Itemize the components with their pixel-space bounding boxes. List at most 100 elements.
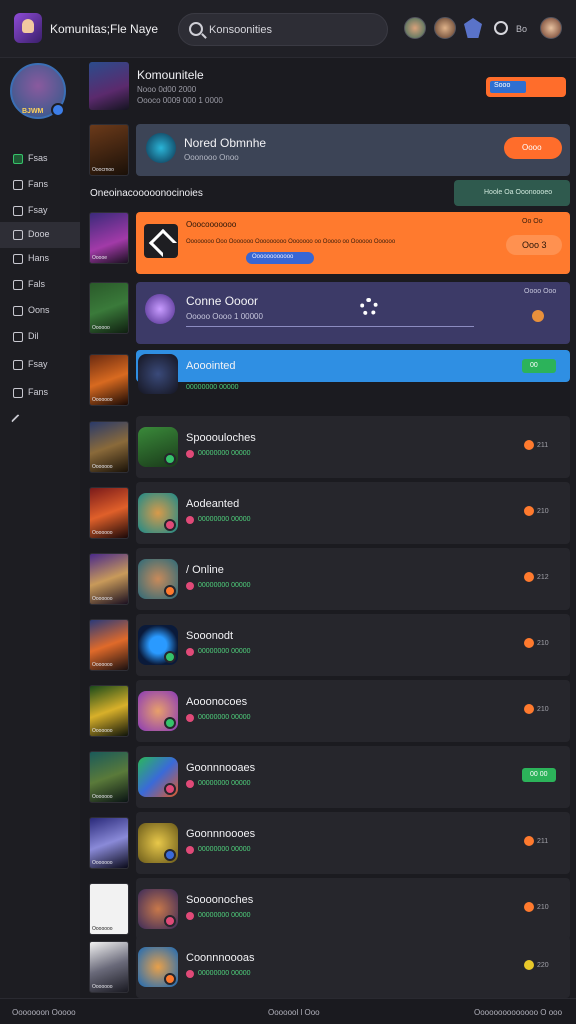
list-item[interactable]: Ooooooo Goonnnoooes 00000000 00000 211 <box>80 812 576 874</box>
row-subtitle: 00000000 00000 <box>198 970 251 977</box>
gear-icon[interactable] <box>360 298 378 316</box>
thumbnail-caption: Ooooooo <box>92 596 113 602</box>
sidebar-item-7[interactable]: Oons <box>0 298 80 324</box>
list-item[interactable]: Ooooooo / Online 00000000 00000 212 <box>80 548 576 610</box>
online-status-icon <box>164 717 176 729</box>
thumbnail-caption: Ooooooo <box>92 397 113 403</box>
sidebar-item-5[interactable]: Hans <box>0 246 80 272</box>
app-logo[interactable] <box>14 13 42 43</box>
list-item[interactable]: Ooooooo Spooouloches 00000000 00000 211 <box>80 416 576 478</box>
featured-thumbnail[interactable]: Ooocrnoo <box>89 124 129 176</box>
sidebar-item-1[interactable]: Fsas <box>0 146 80 172</box>
heart-icon <box>186 714 194 722</box>
friend-avatar-2[interactable] <box>434 17 456 39</box>
row-thumbnail: Ooooooo <box>89 883 129 935</box>
sidebar-item-8[interactable]: Dil <box>0 324 80 350</box>
row-status-pill: 00 00 <box>522 768 556 782</box>
search-bar[interactable]: Konsoonities <box>178 13 388 46</box>
section-tag-label: Hoole Oa Ooonoooeo <box>484 189 553 196</box>
footer-mid-text[interactable]: Ooooool l Ooo <box>268 1008 320 1017</box>
sidebar-item-pin[interactable] <box>0 408 80 434</box>
square-icon <box>13 230 23 240</box>
list-item[interactable]: Ooooooo Aodeanted 00000000 00000 210 <box>80 482 576 544</box>
row-subtitle: 00000000 00000 <box>198 714 251 721</box>
footer-left-text[interactable]: Ooooooon Ooooo <box>12 1008 76 1017</box>
user-avatar[interactable] <box>540 17 562 39</box>
status-ring-icon[interactable] <box>494 21 508 35</box>
announcement-chip[interactable]: Oooooooooooo <box>246 252 314 264</box>
row-thumbnail: Ooooooo <box>89 553 129 605</box>
heart-icon <box>186 780 194 788</box>
sidebar-item-6[interactable]: Fals <box>0 272 80 298</box>
row-subtitle: 00000000 00000 <box>186 384 239 391</box>
community-thumbnail[interactable] <box>89 62 129 110</box>
square-icon <box>13 332 23 342</box>
row-badge-text: 211 <box>537 838 549 845</box>
row-title: Soooonoches <box>186 894 254 906</box>
announcement-chip-label: Oooooooooooo <box>252 254 294 260</box>
square-icon <box>13 254 23 264</box>
thumbnail-caption: Ooooe <box>92 255 108 261</box>
list-item[interactable]: Ooooooo Aooonocoes 00000000 00000 210 <box>80 680 576 742</box>
flame-icon <box>524 572 534 582</box>
row-title: / Online <box>186 564 224 576</box>
row-thumbnail: Ooooooo <box>89 751 129 803</box>
row-title: Spooouloches <box>186 432 256 444</box>
featured-subtitle: Ooonooo Onoo <box>184 153 239 162</box>
game-icon <box>146 133 176 163</box>
search-input[interactable]: Konsoonities <box>209 24 272 36</box>
footer-right-text[interactable]: Oooooooooooooo O ooo <box>474 1008 562 1017</box>
list-item[interactable]: Ooooooo Aooointed 00 00000000 00000 <box>80 350 576 412</box>
section-tag[interactable]: Hoole Oa Ooonoooeo <box>454 180 570 206</box>
row-card-highlighted[interactable]: Aooointed 00 <box>136 350 570 382</box>
shield-icon[interactable] <box>464 18 482 38</box>
square-icon <box>13 388 23 398</box>
sidebar-item-10[interactable]: Fans <box>0 380 80 406</box>
list-item[interactable]: Ooooooo Soooonoches 00000000 00000 210 <box>80 878 576 940</box>
sidebar-item-label: Fsas <box>28 153 48 163</box>
sidebar-item-3[interactable]: Fsay <box>0 198 80 224</box>
list-item[interactable]: Ooooooo Coonnnoooas 00000000 00000 220 <box>80 936 576 998</box>
flame-icon <box>524 902 534 912</box>
featured-button-label: Oooo <box>522 143 542 152</box>
row-card[interactable]: Goonnnoooes 00000000 00000 211 <box>136 812 570 874</box>
list-item[interactable]: Ooooooo Sooonodt 00000000 00000 210 <box>80 614 576 676</box>
row-thumbnail: Ooooooo <box>89 817 129 869</box>
list-item[interactable]: Ooooooo Goonnnooaes 00000000 00000 00 00 <box>80 746 576 808</box>
row-thumbnail: Ooooooo <box>89 421 129 473</box>
row-card[interactable]: Aooonocoes 00000000 00000 210 <box>136 680 570 742</box>
announcement-corner-label: Oo Oo <box>522 218 543 225</box>
row-card[interactable]: / Online 00000000 00000 212 <box>136 548 570 610</box>
featured-action-button[interactable]: Oooo <box>504 137 562 159</box>
status-icon <box>164 849 176 861</box>
row-subtitle: 00000000 00000 <box>198 780 251 787</box>
row-subtitle: 00000000 00000 <box>198 912 251 919</box>
main-content: Komounitele Nooo 0d00 2000 Oooco 0009 00… <box>80 58 576 998</box>
row-card[interactable]: Soooonoches 00000000 00000 210 <box>136 878 570 940</box>
purple-card-thumbnail[interactable]: Oooooo <box>89 282 129 334</box>
sidebar-item-9[interactable]: Fsay <box>0 352 80 378</box>
row-badge-text: 00 <box>530 362 538 369</box>
thumbnail-caption: Ooooooo <box>92 794 113 800</box>
sidebar-item-2[interactable]: Fans <box>0 172 80 198</box>
thumbnail-caption: Ooooooo <box>92 926 113 932</box>
announcement-action-button[interactable]: Ooo 3 <box>506 235 562 255</box>
row-card[interactable]: Aodeanted 00000000 00000 210 <box>136 482 570 544</box>
row-badge-text: 210 <box>537 904 549 911</box>
row-card[interactable]: Spooouloches 00000000 00000 211 <box>136 416 570 478</box>
row-card[interactable]: Coonnnoooas 00000000 00000 220 <box>136 936 570 998</box>
row-card[interactable]: Sooonodt 00000000 00000 210 <box>136 614 570 676</box>
square-icon <box>13 280 23 290</box>
orange-card-thumbnail[interactable]: Ooooe <box>89 212 129 264</box>
sidebar-item-label: Fals <box>28 279 46 289</box>
featured-card[interactable]: Nored Obmnhe Ooonooo Onoo Oooo <box>136 124 570 176</box>
thumbnail-caption: Ooooooo <box>92 464 113 470</box>
flame-icon <box>524 704 534 714</box>
sidebar-item-4[interactable]: Dooe <box>0 222 80 248</box>
connect-card[interactable]: Conne Oooor Ooooo Oooo 1 00000 Oooo Ooo <box>136 282 570 344</box>
row-card[interactable]: Goonnnooaes 00000000 00000 00 00 <box>136 746 570 808</box>
thumbnail-caption: Ooooooo <box>92 662 113 668</box>
friend-avatar-1[interactable] <box>404 17 426 39</box>
header-action-button[interactable]: Sooo <box>486 77 566 97</box>
announcement-card[interactable]: Ooocooooooo Oooooooo Ooo Ooooooo Ooooooo… <box>136 212 570 274</box>
